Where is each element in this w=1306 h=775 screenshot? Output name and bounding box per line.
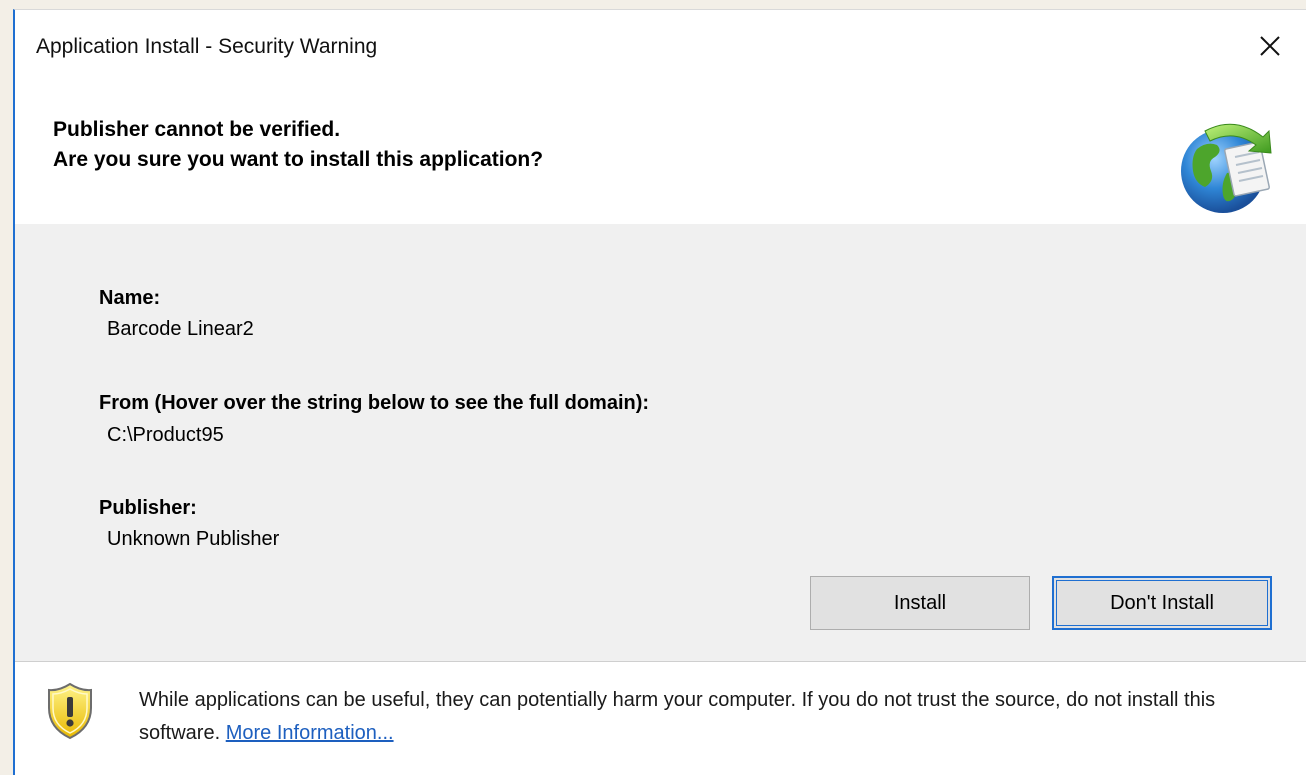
dont-install-label: Don't Install [1056, 580, 1268, 626]
title-bar: Application Install - Security Warning [15, 10, 1306, 82]
from-label: From (Hover over the string below to see… [99, 392, 650, 414]
security-warning-dialog: Application Install - Security Warning P… [13, 9, 1306, 775]
name-value: Barcode Linear2 [107, 318, 254, 340]
close-icon [1260, 36, 1280, 56]
install-button[interactable]: Install [810, 576, 1030, 630]
header-warning-line: Publisher cannot be verified. [53, 118, 341, 141]
publisher-label: Publisher: [99, 497, 197, 519]
globe-install-icon [1181, 123, 1272, 213]
publisher-value: Unknown Publisher [107, 528, 280, 550]
dont-install-button[interactable]: Don't Install [1052, 576, 1272, 630]
details-panel: Name: Barcode Linear2 From (Hover over t… [15, 224, 1306, 661]
more-information-link[interactable]: More Information... [226, 722, 394, 744]
name-label: Name: [99, 287, 161, 309]
header-question-line: Are you sure you want to install this ap… [53, 148, 544, 171]
warning-footer: While applications can be useful, they c… [15, 662, 1306, 775]
from-value[interactable]: C:\Product95 [107, 424, 224, 447]
warning-shield-icon [48, 682, 92, 740]
warning-header: Publisher cannot be verified. Are you su… [15, 82, 1306, 224]
window-title: Application Install - Security Warning [36, 35, 378, 58]
close-button[interactable] [1252, 28, 1288, 64]
footer-message: While applications can be useful, they c… [139, 684, 1279, 750]
